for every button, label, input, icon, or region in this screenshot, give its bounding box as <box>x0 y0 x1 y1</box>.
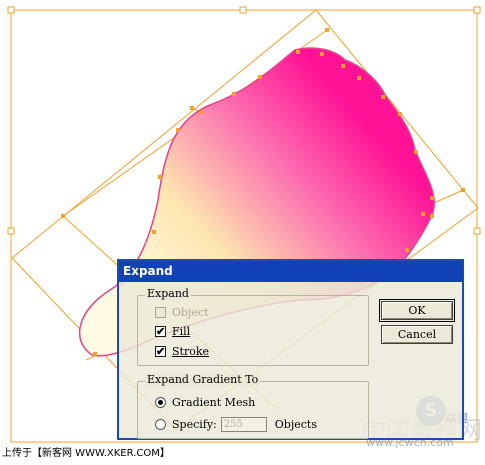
fill-checkbox[interactable]: ✔ <box>155 326 166 337</box>
upload-caption: 上传于【新客网 WWW.XKER.COM】 <box>2 448 170 459</box>
specify-radio[interactable] <box>155 419 166 430</box>
object-checkbox[interactable] <box>155 307 166 318</box>
stroke-checkbox-row[interactable]: ✔ Stroke <box>155 345 209 358</box>
gradient-mesh-label: Gradient Mesh <box>172 396 256 409</box>
objects-label: Objects <box>274 418 317 431</box>
object-label: Object <box>172 306 209 319</box>
specify-count-input[interactable]: 255 <box>220 417 267 432</box>
expand-dialog: Expand Expand Object ✔ Fill ✔ Stroke Exp… <box>117 259 464 440</box>
gradient-group-legend: Expand Gradient To <box>145 373 261 386</box>
expand-group-legend: Expand <box>145 287 191 300</box>
cancel-button[interactable]: Cancel <box>381 325 453 344</box>
specify-radio-row[interactable]: Specify: 255 Objects <box>155 417 317 432</box>
gradient-mesh-radio[interactable] <box>155 397 166 408</box>
stroke-checkbox[interactable]: ✔ <box>155 346 166 357</box>
gradient-mesh-radio-row[interactable]: Gradient Mesh <box>155 396 255 409</box>
object-checkbox-row[interactable]: Object <box>155 306 209 319</box>
specify-label: Specify: <box>172 418 217 431</box>
stroke-label: Stroke <box>172 345 210 358</box>
ok-button[interactable]: OK <box>379 299 455 322</box>
dialog-title: Expand <box>119 261 462 282</box>
fill-label: Fill <box>172 325 191 338</box>
fill-checkbox-row[interactable]: ✔ Fill <box>155 325 190 338</box>
